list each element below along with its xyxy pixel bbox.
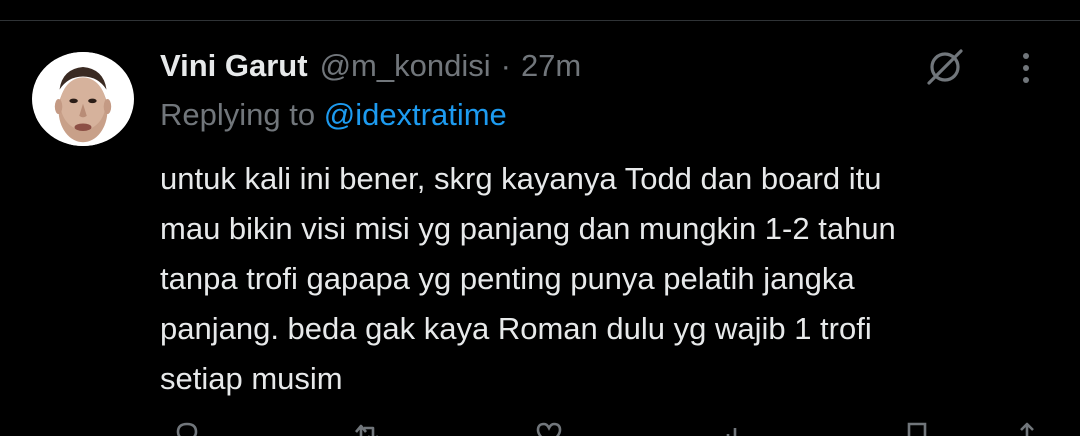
tweet-text-line: tanpa trofi gapapa yg penting punya pela… — [160, 261, 855, 296]
share-icon[interactable] — [1010, 420, 1044, 436]
grok-slash-circle-icon[interactable] — [920, 42, 970, 92]
replying-to: Replying to @idextratime — [160, 97, 507, 133]
author-display-name[interactable]: Vini Garut — [160, 48, 308, 84]
tweet-text-line: untuk kali ini bener, skrg kayanya Todd … — [160, 161, 882, 196]
reply-mention-link[interactable]: @idextratime — [324, 97, 507, 132]
replying-to-label: Replying to — [160, 97, 316, 132]
avatar-image — [36, 52, 130, 146]
tweet-text-line: setiap musim — [160, 361, 343, 396]
tweet-text-line: mau bikin visi misi yg panjang dan mungk… — [160, 211, 896, 246]
reply-icon[interactable] — [170, 420, 204, 436]
tweet-header: Vini Garut @m_kondisi · 27m — [160, 44, 581, 88]
separator-dot: · — [500, 48, 511, 83]
retweet-icon[interactable] — [350, 420, 384, 436]
tweet-text: untuk kali ini bener, skrg kayanya Todd … — [160, 154, 1040, 404]
avatar[interactable] — [32, 52, 134, 146]
tweet-action-bar — [160, 420, 1040, 436]
top-divider — [0, 0, 1080, 21]
views-icon[interactable] — [720, 420, 754, 436]
bookmark-icon[interactable] — [900, 420, 934, 436]
more-vertical-icon[interactable] — [1010, 48, 1042, 88]
tweet-text-line: panjang. beda gak kaya Roman dulu yg waj… — [160, 311, 872, 346]
tweet-timestamp[interactable]: 27m — [521, 48, 581, 84]
author-handle[interactable]: @m_kondisi — [320, 48, 491, 84]
like-icon[interactable] — [532, 420, 566, 436]
